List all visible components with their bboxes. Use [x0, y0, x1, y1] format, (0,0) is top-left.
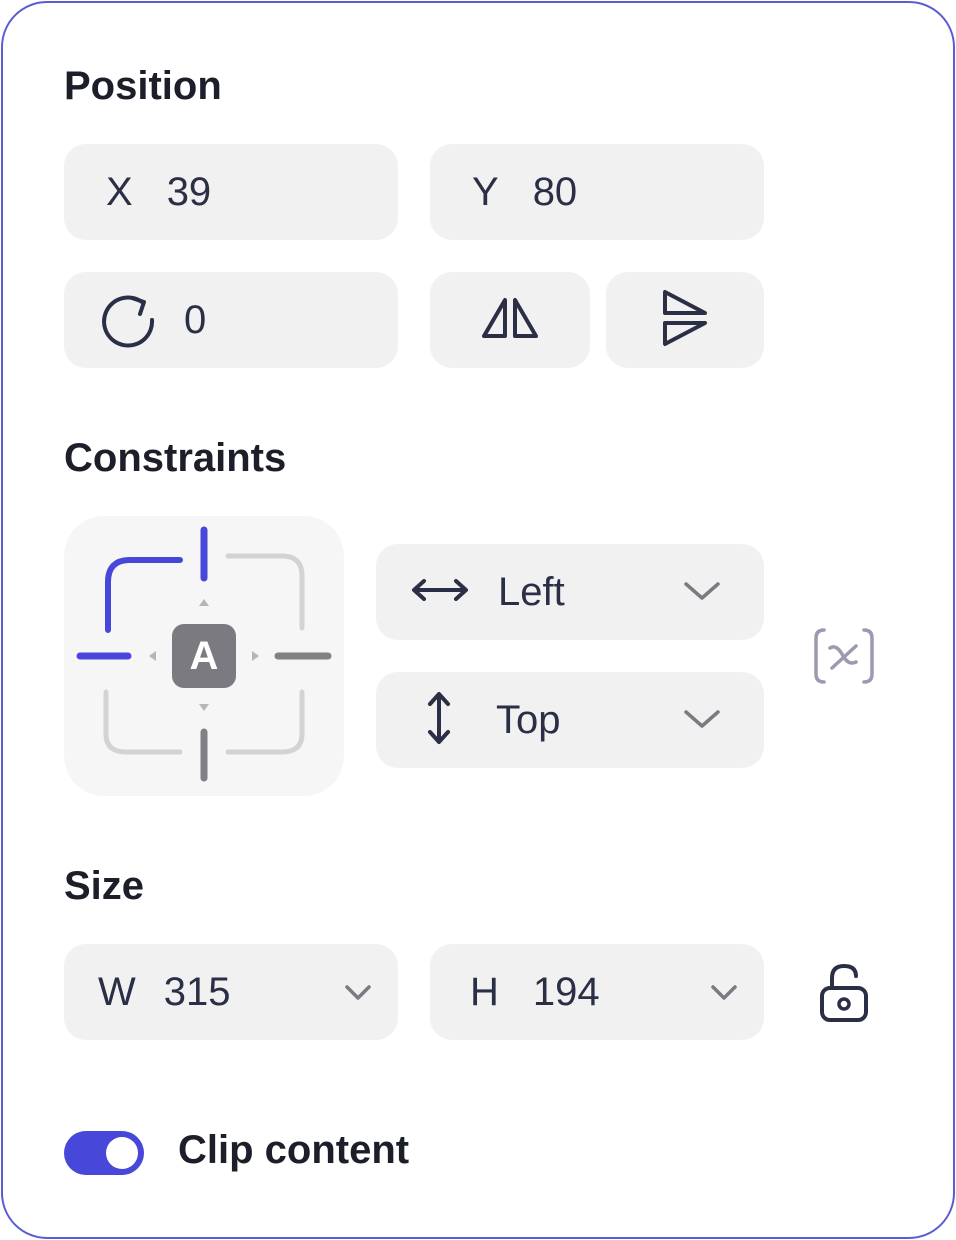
chevron-down-icon	[682, 580, 722, 607]
y-value: 80	[532, 169, 578, 214]
chevron-down-icon[interactable]	[344, 984, 372, 1007]
unlock-icon[interactable]	[816, 960, 872, 1024]
chevron-down-icon	[682, 708, 722, 735]
x-field[interactable]: X 39	[64, 144, 398, 240]
width-value: 315	[163, 969, 231, 1014]
x-label: X	[106, 169, 133, 214]
flip-vertical-icon	[659, 286, 711, 355]
size-title: Size	[64, 864, 145, 908]
flip-horizontal-button[interactable]	[430, 272, 590, 368]
position-title: Position	[64, 64, 222, 108]
clip-content-toggle[interactable]	[64, 1131, 144, 1175]
constraint-center-label: A	[189, 634, 219, 678]
flip-horizontal-icon	[478, 294, 542, 347]
width-field[interactable]: W 315	[64, 944, 398, 1040]
clip-content-label: Clip content	[178, 1128, 410, 1172]
horizontal-constraint-value: Left	[498, 569, 565, 614]
height-value: 194	[532, 969, 600, 1014]
rotate-icon	[98, 290, 158, 350]
vertical-constraint-select[interactable]: Top	[376, 672, 764, 768]
constraints-title: Constraints	[64, 436, 287, 480]
horizontal-arrow-icon	[408, 575, 472, 610]
y-label: Y	[472, 169, 499, 214]
height-label: H	[470, 969, 499, 1014]
variable-icon[interactable]	[812, 626, 876, 686]
corner-top-left-active[interactable]	[105, 557, 183, 633]
flip-vertical-button[interactable]	[606, 272, 764, 368]
rotation-value: 0	[184, 297, 207, 342]
vertical-constraint-value: Top	[496, 697, 561, 742]
rotation-field[interactable]: 0	[64, 272, 398, 368]
y-field[interactable]: Y 80	[430, 144, 764, 240]
x-value: 39	[166, 169, 212, 214]
chevron-down-icon[interactable]	[710, 984, 738, 1007]
horizontal-constraint-select[interactable]: Left	[376, 544, 764, 640]
height-field[interactable]: H 194	[430, 944, 764, 1040]
vertical-arrow-icon	[424, 688, 454, 753]
constraints-widget[interactable]: A	[64, 516, 344, 796]
toggle-knob	[106, 1137, 138, 1169]
width-label: W	[98, 969, 136, 1014]
